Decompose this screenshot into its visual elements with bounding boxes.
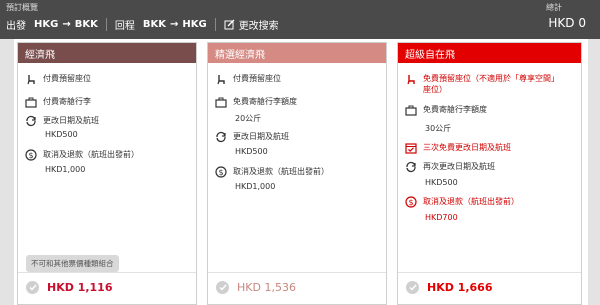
outbound-label: 出發 (6, 21, 26, 32)
fare-feature: 付費預留座位 (215, 73, 281, 85)
fare-feature: 免費寄艙行李額度 (405, 104, 487, 116)
seat-icon (25, 73, 37, 85)
fare-name: 超級自在飛 (398, 43, 581, 63)
svg-text:$: $ (408, 198, 413, 207)
fare-feature-value: HKD500 (235, 147, 268, 156)
fare-feature-value: HKD1,000 (235, 182, 276, 191)
return-from: BKK (142, 19, 166, 30)
fare-feature: 付費預留座位 (25, 73, 91, 85)
baggage-icon (405, 104, 417, 116)
fare-feature-value: 30公斤 (425, 124, 452, 133)
outbound-from: HKG (34, 19, 59, 30)
outbound-to: BKK (74, 19, 98, 30)
divider (105, 18, 107, 31)
divider (398, 272, 581, 273)
fare-card-value-economy[interactable]: 精選經濟飛 付費預留座位 免費寄艙行李額度 20公斤 更改日期及航班 HKD50… (207, 42, 387, 305)
seat-icon (215, 73, 227, 85)
fare-feature: 更改日期及航班 (25, 115, 99, 127)
fare-feature: 三次免費更改日期及航班 (405, 142, 511, 154)
fare-name: 經濟飛 (18, 43, 196, 63)
fare-feature-value: HKD500 (425, 178, 458, 187)
check-icon (406, 281, 419, 294)
change-icon (215, 131, 227, 143)
fare-note: 不可和其他票價種類組合 (26, 255, 119, 272)
check-icon (26, 281, 39, 294)
booking-summary-bar: 預訂概覽 總計 出發 HKG → BKK 回程 BKK → HKG 更改搜索 H… (0, 0, 600, 39)
fare-feature-value: 20公斤 (235, 114, 262, 123)
refund-icon: $ (215, 166, 227, 178)
fare-feature: 免費預留座位（不適用於「尊享空間」 座位） (405, 73, 559, 95)
change-icon (25, 115, 37, 127)
divider (214, 18, 216, 31)
fare-price[interactable]: HKD 1,536 (216, 281, 296, 294)
total-value: HKD 0 (548, 16, 586, 30)
fare-feature: 付費寄艙行李 (25, 96, 91, 108)
fare-name: 精選經濟飛 (208, 43, 386, 63)
fare-feature-value: HKD1,000 (45, 165, 86, 174)
edit-search-label: 更改搜索 (238, 21, 279, 32)
refund-icon: $ (25, 149, 37, 161)
fare-price[interactable]: HKD 1,666 (406, 281, 492, 294)
seat-icon (405, 73, 417, 85)
refund-icon: $ (405, 196, 417, 208)
divider (208, 272, 386, 273)
fare-card-super-flex[interactable]: 超級自在飛 免費預留座位（不適用於「尊享空間」 座位） 免費寄艙行李額度 30公斤… (397, 42, 582, 305)
fare-options-panel: 經濟飛 付費預留座位 付費寄艙行李 更改日期及航班 HKD500 $ 取消及退款… (14, 39, 588, 305)
fare-feature: 更改日期及航班 (215, 131, 289, 143)
fare-feature: $ 取消及退款（航班出發前） (215, 166, 329, 178)
fare-card-economy[interactable]: 經濟飛 付費預留座位 付費寄艙行李 更改日期及航班 HKD500 $ 取消及退款… (17, 42, 197, 305)
svg-text:$: $ (28, 151, 33, 160)
fare-feature-value: HKD700 (425, 213, 458, 222)
fare-feature: $ 取消及退款（航班出發前） (25, 149, 139, 161)
booking-overview-label: 預訂概覽 (6, 3, 38, 12)
return-to: HKG (182, 19, 207, 30)
arrow-right-icon: → (62, 19, 71, 30)
total-label: 總計 (546, 3, 562, 12)
fare-feature: 免費寄艙行李額度 (215, 96, 297, 108)
edit-search-button[interactable]: 更改搜索 (224, 17, 279, 32)
fare-price[interactable]: HKD 1,116 (26, 281, 112, 294)
route-summary: 出發 HKG → BKK 回程 BKK → HKG 更改搜索 (6, 17, 279, 32)
fare-feature: 再次更改日期及航班 (405, 161, 495, 173)
check-icon (216, 281, 229, 294)
baggage-icon (215, 96, 227, 108)
baggage-icon (25, 96, 37, 108)
change-icon (405, 161, 417, 173)
calendar-check-icon (405, 142, 417, 154)
svg-text:$: $ (218, 168, 223, 177)
divider (18, 272, 196, 273)
fare-feature-value: HKD500 (45, 130, 78, 139)
fare-feature: $ 取消及退款（航班出發前） (405, 196, 519, 208)
return-label: 回程 (114, 21, 135, 32)
arrow-right-icon: → (169, 19, 179, 30)
edit-icon (224, 19, 235, 30)
